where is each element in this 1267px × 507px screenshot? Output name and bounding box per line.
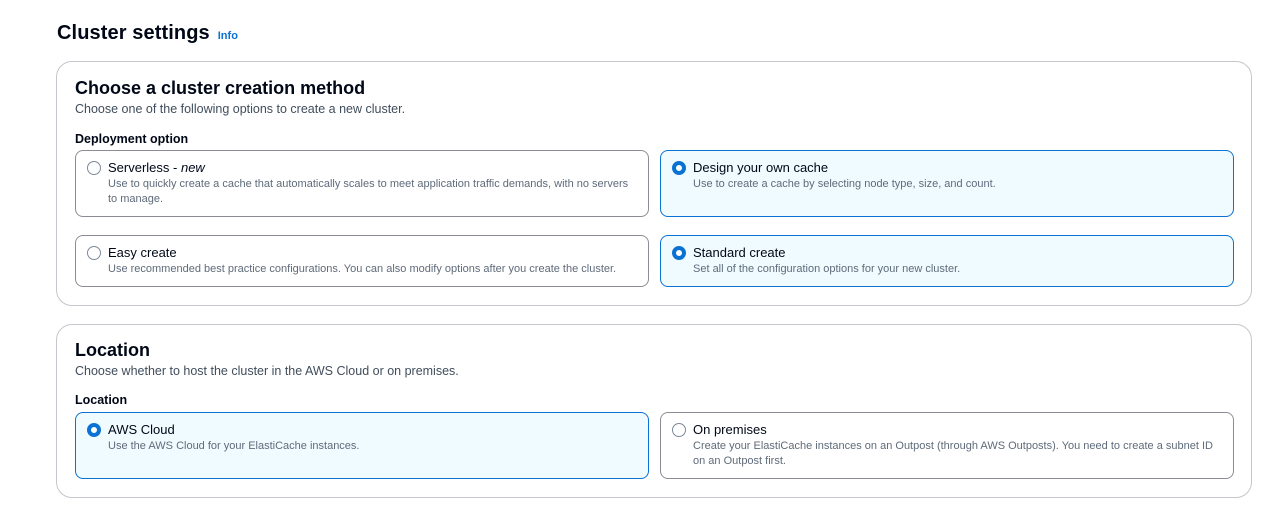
radio-icon[interactable] xyxy=(87,246,101,260)
location-option-on-premises[interactable]: On premises Create your ElastiCache inst… xyxy=(660,412,1234,479)
creation-method-description: Choose one of the following options to c… xyxy=(75,102,406,116)
easy-create-description: Use recommended best practice configurat… xyxy=(108,263,617,275)
standard-create-label: Standard create xyxy=(693,245,786,260)
deployment-option-label: Deployment option xyxy=(75,132,189,146)
location-container: Location Choose whether to host the clus… xyxy=(56,324,1252,498)
info-link[interactable]: Info xyxy=(218,30,238,42)
location-field-label: Location xyxy=(75,393,128,407)
radio-icon[interactable] xyxy=(672,423,686,437)
deployment-option-serverless[interactable]: Serverless - new Use to quickly create a… xyxy=(75,150,649,217)
location-title: Location xyxy=(75,340,150,360)
design-own-cache-description: Use to create a cache by selecting node … xyxy=(693,178,996,190)
aws-cloud-label: AWS Cloud xyxy=(108,422,175,437)
on-premises-label: On premises xyxy=(693,422,767,437)
creation-method-container: Choose a cluster creation method Choose … xyxy=(56,61,1252,306)
serverless-new-tag: new xyxy=(180,160,205,175)
creation-method-title: Choose a cluster creation method xyxy=(75,78,366,98)
design-own-cache-label: Design your own cache xyxy=(693,160,829,175)
config-option-standard-create[interactable]: Standard create Set all of the configura… xyxy=(660,235,1234,287)
serverless-description: Use to quickly create a cache that autom… xyxy=(108,178,629,205)
deployment-option-design-own-cache[interactable]: Design your own cache Use to create a ca… xyxy=(660,150,1234,217)
aws-cloud-description: Use the AWS Cloud for your ElastiCache i… xyxy=(108,440,360,452)
radio-selected-icon[interactable] xyxy=(87,423,101,437)
serverless-label-text: Serverless - xyxy=(108,160,181,175)
radio-selected-icon[interactable] xyxy=(672,246,686,260)
location-description: Choose whether to host the cluster in th… xyxy=(75,364,459,378)
on-premises-description: Create your ElastiCache instances on an … xyxy=(693,440,1213,467)
standard-create-description: Set all of the configuration options for… xyxy=(693,263,961,275)
page-title: Cluster settings xyxy=(57,22,210,44)
easy-create-label: Easy create xyxy=(108,245,177,260)
config-option-easy-create[interactable]: Easy create Use recommended best practic… xyxy=(75,235,649,287)
radio-selected-icon[interactable] xyxy=(672,161,686,175)
serverless-label: Serverless - new xyxy=(108,160,638,176)
location-option-aws-cloud[interactable]: AWS Cloud Use the AWS Cloud for your Ela… xyxy=(75,412,649,479)
page-heading: Cluster settings Info xyxy=(57,22,238,45)
radio-icon[interactable] xyxy=(87,161,101,175)
